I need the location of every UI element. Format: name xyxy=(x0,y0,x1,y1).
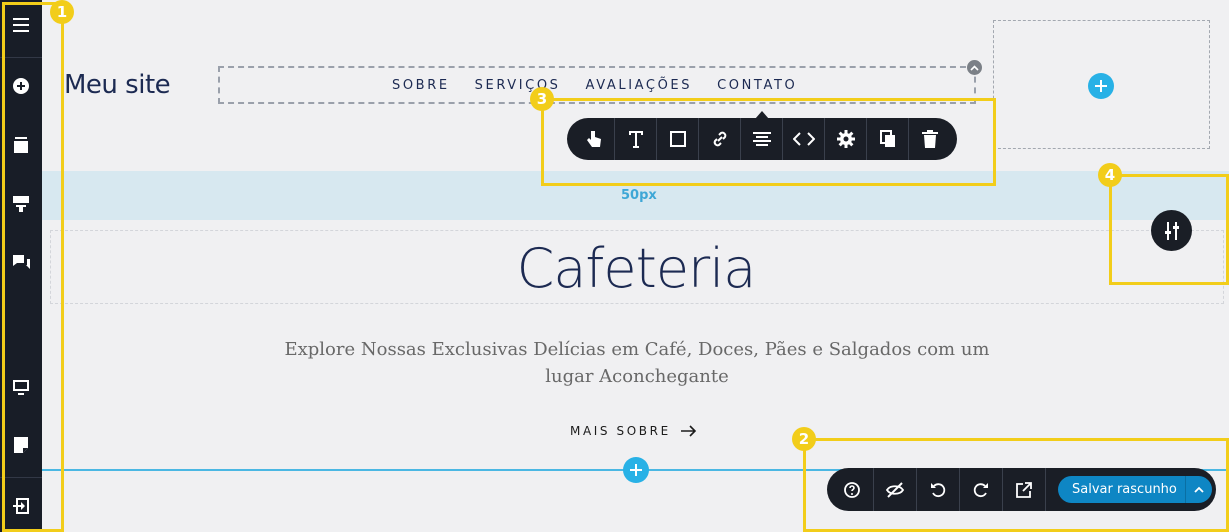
cta-link[interactable]: MAIS SOBRE xyxy=(570,424,697,438)
cta-label: MAIS SOBRE xyxy=(570,424,671,438)
callout-badge-1: 1 xyxy=(50,0,74,24)
add-section-button[interactable] xyxy=(623,457,649,483)
arrow-right-icon xyxy=(680,425,696,437)
site-brand[interactable]: Meu site xyxy=(64,70,171,100)
callout-badge-3: 3 xyxy=(530,87,554,111)
nav-item-sobre[interactable]: SOBRE xyxy=(392,78,450,93)
add-element-button[interactable] xyxy=(1088,73,1114,99)
menu-settings-icon[interactable] xyxy=(967,60,982,75)
callout-badge-2: 2 xyxy=(792,427,816,451)
callout-frame-4 xyxy=(1109,174,1229,285)
callout-badge-4: 4 xyxy=(1098,163,1122,187)
padding-label: 50px xyxy=(621,188,657,203)
callout-frame-3 xyxy=(541,98,996,186)
nav-menu: SOBRE SERVIÇOS AVALIAÇÕES CONTATO xyxy=(392,78,797,93)
hero-title[interactable]: Cafeteria xyxy=(0,237,1229,300)
callout-frame-1 xyxy=(2,2,64,532)
nav-item-contato[interactable]: CONTATO xyxy=(717,78,797,93)
callout-frame-2 xyxy=(803,438,1229,532)
nav-item-avaliacoes[interactable]: AVALIAÇÕES xyxy=(586,78,693,93)
hero-subtitle[interactable]: Explore Nossas Exclusivas Delícias em Ca… xyxy=(280,336,994,390)
